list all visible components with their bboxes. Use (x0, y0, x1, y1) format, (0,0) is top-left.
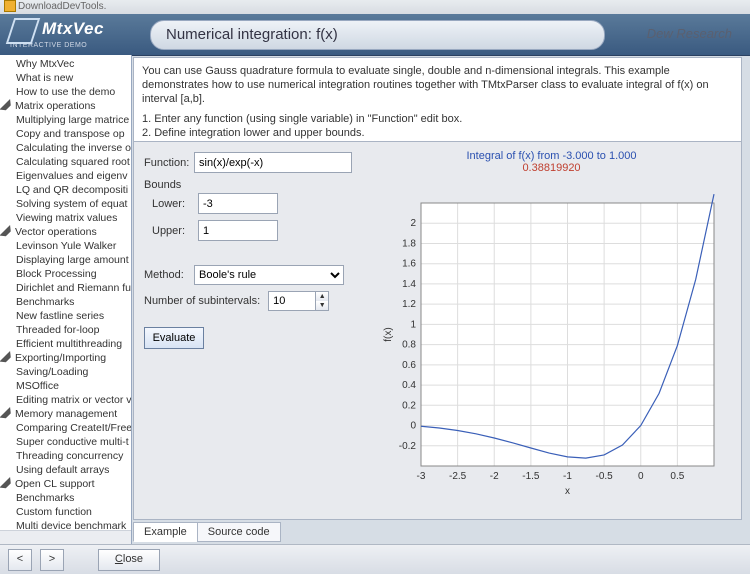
chart-area: Integral of f(x) from -3.000 to 1.000 0.… (362, 142, 741, 519)
tree[interactable]: Why MtxVecWhat is newHow to use the demo… (0, 55, 131, 544)
tree-item[interactable]: Copy and transpose op (2, 127, 131, 141)
method-label: Method: (144, 269, 194, 281)
tree-item[interactable]: Viewing matrix values (2, 211, 131, 225)
svg-text:1: 1 (410, 319, 416, 330)
tree-item[interactable]: Benchmarks (2, 491, 131, 505)
tree-parent[interactable]: Memory management (2, 407, 131, 421)
svg-text:-0.2: -0.2 (399, 441, 417, 452)
svg-text:0: 0 (410, 421, 416, 432)
chart-title: Integral of f(x) from -3.000 to 1.000 0.… (362, 150, 741, 174)
method-select[interactable]: Boole's rule (194, 265, 344, 285)
logo-icon (6, 18, 40, 44)
status-bar: < > Close (0, 544, 750, 574)
svg-text:0.8: 0.8 (402, 340, 416, 351)
svg-text:-3: -3 (417, 471, 426, 482)
spinner-down[interactable]: ▼ (316, 301, 328, 310)
nav-fwd-button[interactable]: > (40, 549, 64, 571)
evaluate-button[interactable]: Evaluate (144, 327, 204, 349)
lower-input[interactable] (198, 193, 278, 214)
intro-s2: 2. Define integration lower and upper bo… (142, 126, 733, 140)
controls-panel: Function: Bounds Lower: Upper: Method: B… (134, 142, 362, 519)
page-title: Numerical integration: f(x) (150, 20, 605, 50)
tree-item[interactable]: Dirichlet and Riemann fu (2, 281, 131, 295)
tree-item[interactable]: What is new (2, 71, 131, 85)
tree-item[interactable]: Super conductive multi-t (2, 435, 131, 449)
upper-input[interactable] (198, 220, 278, 241)
tree-item[interactable]: Levinson Yule Walker (2, 239, 131, 253)
tree-item[interactable]: Block Processing (2, 267, 131, 281)
tree-item[interactable]: Multiplying large matrice (2, 113, 131, 127)
svg-text:0.5: 0.5 (670, 471, 684, 482)
svg-text:1.2: 1.2 (402, 299, 416, 310)
tree-item[interactable]: Efficient multithreading (2, 337, 131, 351)
function-input[interactable] (194, 152, 352, 173)
svg-text:1.4: 1.4 (402, 279, 416, 290)
os-titlebar: DownloadDevTools. (0, 0, 750, 14)
svg-text:-1.5: -1.5 (522, 471, 540, 482)
function-label: Function: (144, 157, 194, 169)
tab-source[interactable]: Source code (197, 522, 281, 542)
subint-label: Number of subintervals: (144, 295, 260, 307)
tree-item[interactable]: Threaded for-loop (2, 323, 131, 337)
svg-text:1.6: 1.6 (402, 259, 416, 270)
svg-text:-2.5: -2.5 (449, 471, 467, 482)
tree-item[interactable]: Eigenvalues and eigenv (2, 169, 131, 183)
lower-label: Lower: (148, 198, 198, 210)
svg-text:0: 0 (638, 471, 644, 482)
tree-item[interactable]: Comparing CreateIt/Free (2, 421, 131, 435)
sidebar-scrollbar[interactable] (0, 530, 131, 544)
svg-text:1.8: 1.8 (402, 238, 416, 249)
logo-main: MtxVec (42, 19, 104, 38)
spinner-up[interactable]: ▲ (316, 292, 328, 301)
tree-parent[interactable]: Matrix operations (2, 99, 131, 113)
brand-label: Dew Research (647, 26, 732, 41)
tree-parent[interactable]: Exporting/Importing (2, 351, 131, 365)
tree-item[interactable]: Why MtxVec (2, 57, 131, 71)
tree-parent[interactable]: Open CL support (2, 477, 131, 491)
svg-text:0.6: 0.6 (402, 360, 416, 371)
svg-text:-0.5: -0.5 (596, 471, 614, 482)
bounds-label: Bounds (144, 179, 352, 191)
tree-item[interactable]: Calculating squared root (2, 155, 131, 169)
tree-item[interactable]: Displaying large amount (2, 253, 131, 267)
tree-item[interactable]: Solving system of equat (2, 197, 131, 211)
sidebar: Why MtxVecWhat is newHow to use the demo… (0, 55, 132, 544)
svg-text:f(x): f(x) (383, 327, 394, 341)
tree-item[interactable]: Editing matrix or vector v (2, 393, 131, 407)
tree-item[interactable]: Saving/Loading (2, 365, 131, 379)
intro-p1: You can use Gauss quadrature formula to … (142, 64, 733, 106)
tabs: Example Source code (133, 522, 280, 542)
upper-label: Upper: (148, 225, 198, 237)
svg-text:2: 2 (410, 218, 416, 229)
svg-text:0.2: 0.2 (402, 400, 416, 411)
svg-text:0.4: 0.4 (402, 380, 416, 391)
tree-item[interactable]: Benchmarks (2, 295, 131, 309)
tree-item[interactable]: How to use the demo (2, 85, 131, 99)
svg-text:-2: -2 (490, 471, 499, 482)
tree-item[interactable]: MSOffice (2, 379, 131, 393)
tree-parent[interactable]: Vector operations (2, 225, 131, 239)
subint-input[interactable] (268, 291, 316, 311)
tab-example[interactable]: Example (133, 522, 198, 542)
titlebar-text: DownloadDevTools. (18, 1, 106, 12)
svg-text:-1: -1 (563, 471, 572, 482)
content: You can use Gauss quadrature formula to … (133, 57, 742, 542)
tree-item[interactable]: Custom function (2, 505, 131, 519)
intro-s1: 1. Enter any function (using single vari… (142, 112, 733, 126)
workarea: Function: Bounds Lower: Upper: Method: B… (133, 141, 742, 520)
nav-back-button[interactable]: < (8, 549, 32, 571)
logo: MtxVec INTERACTIVE DEMO (10, 18, 104, 49)
tree-item[interactable]: Using default arrays (2, 463, 131, 477)
chart: -3 -2.5 -2 -1.5 -1 -0.5 0 0.5 -0.2 0 0.2 0.4 0.6 0.8 1… (379, 163, 724, 498)
svg-text:x: x (565, 486, 570, 497)
tree-item[interactable]: LQ and QR decompositi (2, 183, 131, 197)
tree-item[interactable]: New fastline series (2, 309, 131, 323)
app-header: MtxVec INTERACTIVE DEMO Numerical integr… (0, 14, 750, 56)
app-icon (4, 0, 16, 12)
close-button[interactable]: Close (98, 549, 160, 571)
tree-item[interactable]: Calculating the inverse o (2, 141, 131, 155)
tree-item[interactable]: Threading concurrency (2, 449, 131, 463)
